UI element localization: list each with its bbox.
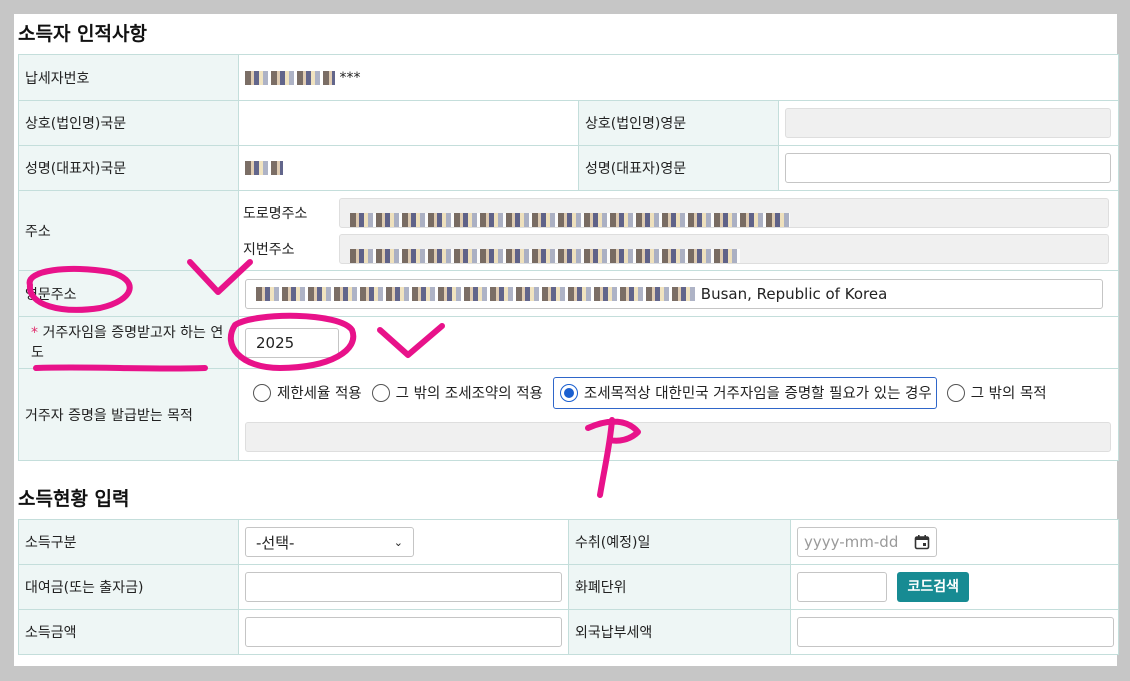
radio-circle[interactable] [371,383,390,402]
chevron-down-icon: ⌄ [393,535,403,549]
row-taxpayer-no: 납세자번호 *** [18,54,1120,101]
purpose-detail-field[interactable] [245,421,1111,452]
form-page: 소득자 인적사항 납세자번호 *** 상호(법인명)국문 상호(법인명)영문 성… [14,14,1120,666]
income-type-select[interactable]: -선택- ⌄ [245,527,414,557]
currency-field[interactable] [797,572,887,602]
foreign-tax-field[interactable] [797,617,1114,647]
name-kr-value [238,100,579,146]
rep-en-label: 성명(대표자)영문 [578,145,779,191]
section-title-personal: 소득자 인적사항 [18,23,147,45]
row-address: 주소 도로명주소 지번주소 [18,190,1120,271]
lot-address-field[interactable] [339,233,1109,264]
loan-amount-label: 대여금(또는 출자금) [18,564,239,610]
purpose-option-other-treaty[interactable]: 그 밖의 조세조약의 적용 [371,377,543,409]
radio-circle-selected[interactable] [559,383,578,402]
required-mark: * [31,324,38,341]
code-search-button[interactable]: 코드검색 [897,572,969,602]
receipt-date-label: 수취(예정)일 [568,519,791,565]
income-amount-label: 소득금액 [18,609,239,655]
name-kr-label: 상호(법인명)국문 [18,100,239,146]
section-title-income: 소득현황 입력 [18,488,130,510]
income-amount-field[interactable] [245,617,562,647]
rep-en-field[interactable] [785,153,1111,183]
road-address-field[interactable] [339,197,1109,228]
purpose-option-residency-proof[interactable]: 조세목적상 대한민국 거주자임을 증명할 필요가 있는 경우 [552,376,937,409]
name-en-field[interactable] [785,108,1111,138]
address-label: 주소 [18,190,239,271]
lot-address-label: 지번주소 [243,241,295,258]
income-type-label: 소득구분 [18,519,239,565]
purpose-option-limited-rate[interactable]: 제한세율 적용 [253,377,362,409]
loan-amount-field[interactable] [245,572,562,602]
redacted-block [350,249,740,263]
purpose-radio-group: 제한세율 적용 그 밖의 조세조약의 적용 조세목적상 대한민국 거주자임을 증… [245,371,1112,415]
taxpayer-no-value: *** [339,69,361,86]
radio-circle[interactable] [253,383,271,402]
address-en-field[interactable]: Busan, Republic of Korea [245,278,1103,309]
address-en-label: 영문주소 [18,270,239,317]
redacted-block [245,161,283,175]
row-purpose: 거주자 증명을 발급받는 목적 제한세율 적용 그 밖의 조세조약의 적용 조세… [18,368,1120,461]
row-rep: 성명(대표자)국문 성명(대표자)영문 [18,145,1120,191]
redacted-block [245,70,335,85]
address-en-value: Busan, Republic of Korea [700,284,888,303]
row-address-en: 영문주소 Busan, Republic of Korea [18,270,1120,317]
purpose-label: 거주자 증명을 발급받는 목적 [18,368,239,461]
year-field[interactable]: 2025 [245,327,339,358]
row-name-kr: 상호(법인명)국문 상호(법인명)영문 [18,100,1120,146]
foreign-tax-label: 외국납부세액 [568,609,791,655]
name-en-label: 상호(법인명)영문 [578,100,779,146]
income-table: 소득구분 -선택- ⌄ 수취(예정)일 yyyy-mm-dd 대여금(또는 출자… [18,519,1119,655]
redacted-block [256,287,696,301]
row-year: * 거주자임을 증명받고자 하는 연도 2025 [18,316,1120,369]
rep-kr-label: 성명(대표자)국문 [18,145,239,191]
road-address-label: 도로명주소 [243,205,308,222]
taxpayer-no-label: 납세자번호 [18,54,239,101]
receipt-date-field[interactable]: yyyy-mm-dd [797,527,937,557]
year-label: 거주자임을 증명받고자 하는 연도 [31,324,224,361]
purpose-option-other[interactable]: 그 밖의 목적 [946,377,1047,409]
radio-circle[interactable] [946,383,965,402]
currency-label: 화폐단위 [568,564,791,610]
redacted-block [350,213,790,227]
calendar-icon[interactable] [914,534,930,550]
personal-info-table: 납세자번호 *** 상호(법인명)국문 상호(법인명)영문 성명(대표자)국문 … [18,54,1120,461]
